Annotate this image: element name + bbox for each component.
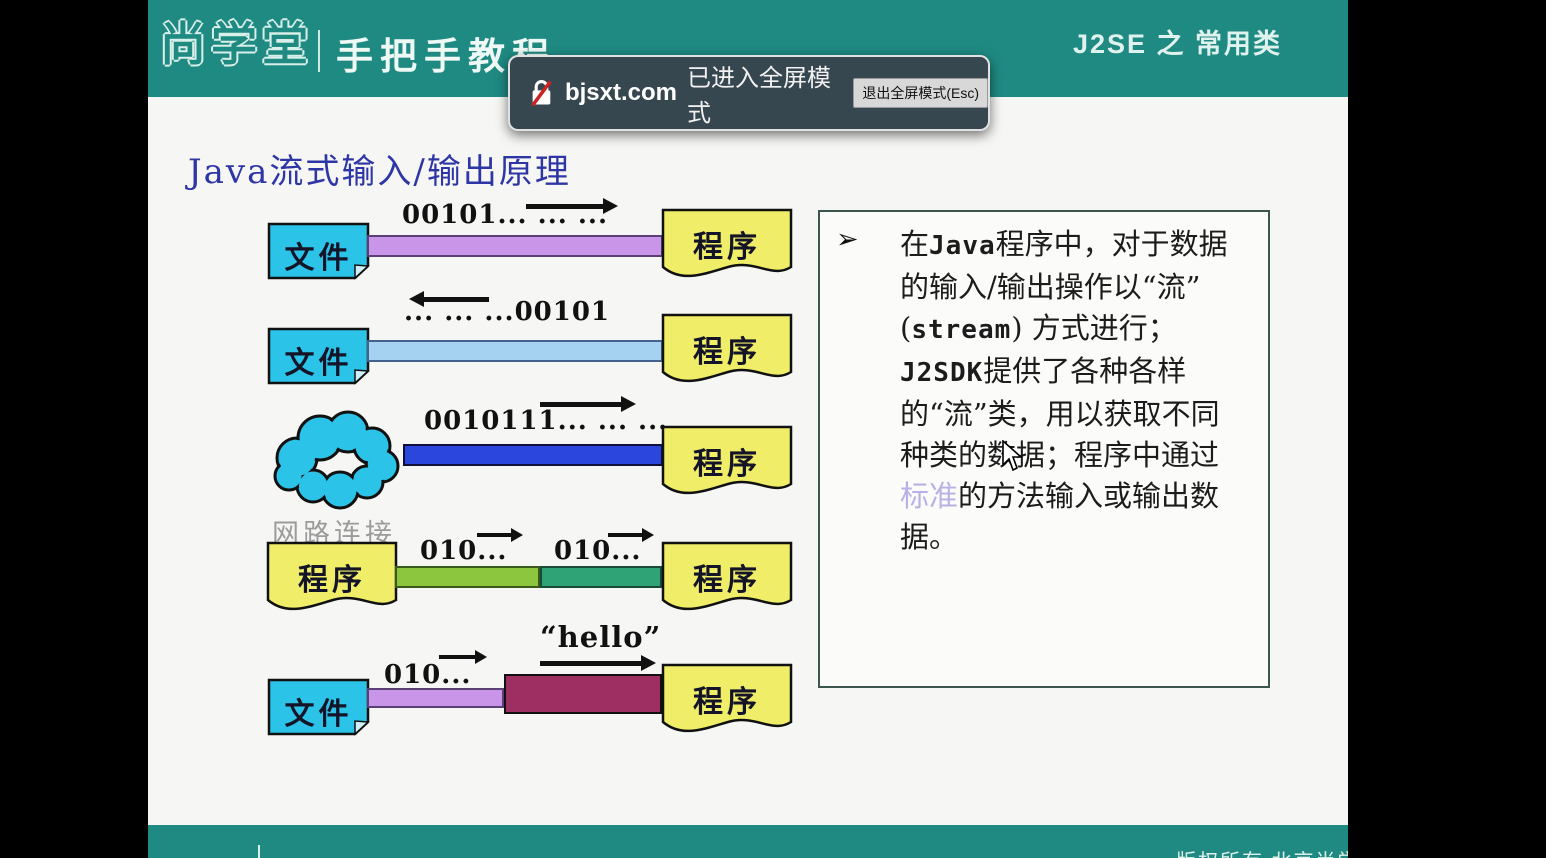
stream-label-2: ... ... ...00101 xyxy=(404,297,611,327)
footer-copyright: 版权所有 北京尚学堂科技 xyxy=(1176,845,1348,858)
arrow-right-icon xyxy=(540,655,656,671)
stream-bar-maroon xyxy=(504,674,662,714)
network-cloud xyxy=(264,404,408,512)
panel-paragraph: 在Java程序中，对于数据的输入/输出操作以“流” (stream) 方式进行；… xyxy=(900,227,1228,554)
program-box: 程序 xyxy=(660,207,794,287)
program-box-label: 程序 xyxy=(693,447,761,482)
stream-bar-teal xyxy=(540,566,662,588)
program-box: 程序 xyxy=(265,540,399,620)
slide-footer: 版权所有 北京尚学堂科技 xyxy=(148,825,1348,858)
file-box-label: 文件 xyxy=(284,346,353,381)
file-box: 文件 xyxy=(267,327,370,385)
header-divider xyxy=(318,30,320,72)
shangxuetang-logo: 尚学堂 xyxy=(160,17,313,71)
notification-message: 已进入全屏模式 xyxy=(686,65,831,127)
stream-bar-purple-thin xyxy=(367,688,504,708)
stream-bar-blue xyxy=(403,444,663,466)
program-box: 程序 xyxy=(660,540,794,620)
file-box-label: 文件 xyxy=(284,697,353,732)
course-title: J2SE 之 常用类 xyxy=(1073,29,1283,59)
program-box: 程序 xyxy=(660,424,794,504)
arrow-right-icon xyxy=(608,528,654,542)
file-box: 文件 xyxy=(267,678,370,736)
stream-bar-green xyxy=(395,566,540,588)
stream-label-5a: 010... xyxy=(384,660,472,690)
mouse-cursor-icon xyxy=(1000,439,1024,477)
program-box-label: 程序 xyxy=(693,563,761,598)
fullscreen-notification: bjsxt.com 已进入全屏模式 退出全屏模式(Esc) xyxy=(508,55,990,131)
program-box-label: 程序 xyxy=(298,563,366,598)
program-box: 程序 xyxy=(660,312,794,392)
program-box: 程序 xyxy=(660,662,794,742)
stream-bar-purple xyxy=(367,235,663,257)
file-box-label: 文件 xyxy=(284,241,353,276)
file-box: 文件 xyxy=(267,222,370,280)
page-title: Java流式输入/输出原理 xyxy=(188,152,571,192)
video-frame: 尚学堂 手把手教程 J2SE 之 常用类 Java流式输入/输出原理 00101… xyxy=(148,0,1348,858)
lock-icon xyxy=(531,80,552,107)
arrow-right-icon xyxy=(439,650,487,664)
program-box-label: 程序 xyxy=(693,230,761,265)
stream-bar-lightblue xyxy=(367,340,663,362)
arrow-right-icon xyxy=(477,528,523,542)
program-box-label: 程序 xyxy=(693,685,761,720)
stream-label-5b: “hello” xyxy=(540,620,662,654)
notification-site: bjsxt.com xyxy=(564,79,677,106)
arrow-right-icon xyxy=(526,198,618,214)
footer-divider xyxy=(258,845,260,858)
program-box-label: 程序 xyxy=(693,335,761,370)
bullet-arrow-icon: ➢ xyxy=(836,224,859,254)
text-panel: ➢ 在Java程序中，对于数据的输入/输出操作以“流” (stream) 方式进… xyxy=(818,210,1270,688)
arrow-right-icon xyxy=(540,396,636,412)
cloud-shape xyxy=(273,410,400,510)
exit-fullscreen-button[interactable]: 退出全屏模式(Esc) xyxy=(853,78,988,108)
